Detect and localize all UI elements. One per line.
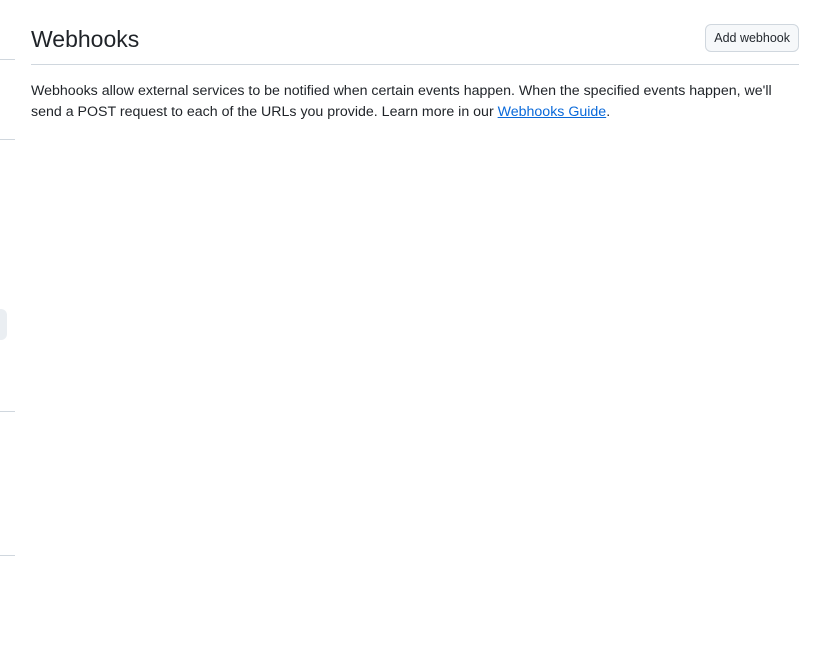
sidebar-divider <box>0 139 15 140</box>
page-title: Webhooks <box>31 26 140 52</box>
sidebar-item-selected[interactable] <box>0 309 7 340</box>
page-header: Webhooks Add webhook <box>31 24 799 65</box>
sidebar-divider <box>0 411 15 412</box>
add-webhook-button[interactable]: Add webhook <box>705 24 799 52</box>
sidebar-divider <box>0 555 15 556</box>
description-suffix: . <box>606 104 611 120</box>
description-text: Webhooks allow external services to be n… <box>31 83 772 120</box>
webhooks-description: Webhooks allow external services to be n… <box>31 81 799 123</box>
sidebar-divider <box>0 59 15 60</box>
webhooks-settings-page: Webhooks Add webhook Webhooks allow exte… <box>0 0 814 645</box>
webhooks-guide-link[interactable]: Webhooks Guide <box>498 104 607 120</box>
